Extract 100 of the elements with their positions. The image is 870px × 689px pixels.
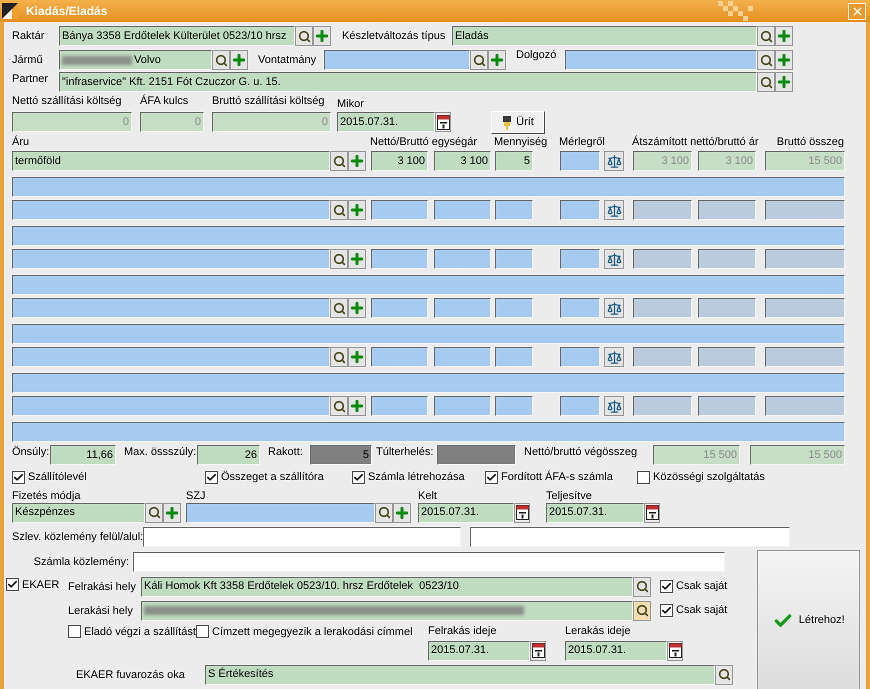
text-field[interactable]: termőföld — [12, 151, 330, 171]
text-field[interactable] — [560, 249, 600, 269]
text-field[interactable]: 3 100 — [434, 151, 491, 171]
scale-button[interactable] — [604, 347, 624, 367]
text-field[interactable] — [698, 396, 756, 416]
search-button[interactable] — [145, 502, 163, 522]
text-field[interactable]: 2015.07.31. — [337, 112, 435, 132]
text-field[interactable] — [324, 50, 470, 70]
text-field[interactable]: 2015.07.31. — [418, 502, 514, 522]
text-field[interactable]: S Értékesítés — [205, 664, 715, 684]
scale-button[interactable] — [604, 396, 624, 416]
add-button[interactable] — [348, 396, 366, 416]
add-button[interactable] — [348, 347, 366, 367]
text-field[interactable] — [565, 50, 757, 70]
text-field[interactable] — [495, 396, 533, 416]
add-button[interactable] — [488, 50, 506, 70]
text-field[interactable] — [495, 298, 533, 318]
text-field[interactable]: Készpénzes — [12, 502, 145, 522]
text-field[interactable] — [765, 249, 845, 269]
text-field[interactable] — [765, 298, 845, 318]
search-button[interactable] — [757, 72, 775, 92]
text-field[interactable]: 2015.07.31. — [565, 640, 667, 660]
calendar-button[interactable] — [530, 640, 546, 660]
text-field[interactable] — [434, 249, 491, 269]
add-button[interactable] — [775, 50, 793, 70]
checkbox[interactable]: Fordított ÁFA-s számla — [485, 469, 613, 486]
search-button[interactable] — [633, 576, 651, 596]
text-field[interactable] — [12, 226, 845, 246]
text-field[interactable] — [633, 396, 692, 416]
checkbox[interactable]: Csak saját — [660, 578, 728, 595]
search-button[interactable] — [633, 600, 651, 620]
search-button[interactable] — [330, 347, 348, 367]
text-field[interactable] — [434, 200, 491, 220]
text-field[interactable] — [434, 396, 491, 416]
clear-button[interactable]: Ürít — [491, 111, 545, 134]
text-field[interactable] — [633, 249, 692, 269]
checkbox[interactable]: Számla létrehozása — [352, 469, 465, 486]
text-field[interactable] — [12, 200, 330, 220]
search-button[interactable] — [330, 396, 348, 416]
calendar-button[interactable] — [514, 502, 530, 522]
text-field[interactable]: Eladás — [452, 26, 757, 46]
text-field[interactable] — [495, 347, 533, 367]
text-field[interactable] — [12, 324, 845, 344]
text-field[interactable] — [434, 347, 491, 367]
text-field[interactable]: 5 — [495, 151, 533, 171]
checkbox[interactable]: Címzett megegyezik a lerakodási címmel — [196, 624, 428, 640]
text-field[interactable] — [560, 200, 600, 220]
text-field[interactable] — [186, 502, 375, 522]
search-button[interactable] — [715, 664, 733, 684]
text-field[interactable]: Káli Homok Kft 3358 Erdőtelek 0523/10. hrsz Erdőtelek 0523/10 — [141, 576, 633, 596]
text-field[interactable] — [12, 422, 845, 442]
add-button[interactable] — [230, 50, 248, 70]
add-button[interactable] — [393, 502, 411, 522]
close-button[interactable] — [848, 2, 866, 20]
text-field[interactable]: Bánya 3358 Erdőtelek Külterület 0523/10 hrsz — [59, 26, 295, 46]
add-button[interactable] — [348, 249, 366, 269]
text-field[interactable] — [495, 249, 533, 269]
search-button[interactable] — [757, 26, 775, 46]
text-field[interactable]: Volvo — [59, 50, 212, 70]
scale-button[interactable] — [604, 249, 624, 269]
create-button[interactable]: Létrehoz! — [757, 550, 860, 689]
text-field[interactable] — [698, 200, 756, 220]
text-field[interactable] — [633, 200, 692, 220]
add-button[interactable] — [775, 72, 793, 92]
text-field[interactable] — [12, 373, 845, 393]
checkbox[interactable]: Eladó végzi a szállítást — [68, 624, 196, 640]
text-field[interactable] — [12, 347, 330, 367]
search-button[interactable] — [212, 50, 230, 70]
scale-button[interactable] — [604, 298, 624, 318]
text-field[interactable] — [143, 526, 462, 546]
text-field[interactable] — [371, 298, 428, 318]
add-button[interactable] — [313, 26, 331, 46]
text-field[interactable] — [698, 347, 756, 367]
text-field[interactable] — [633, 298, 692, 318]
add-button[interactable] — [775, 26, 793, 46]
calendar-button[interactable] — [667, 640, 683, 660]
text-field[interactable] — [698, 249, 756, 269]
text-field[interactable] — [560, 347, 600, 367]
text-field[interactable] — [12, 275, 845, 295]
text-field[interactable] — [560, 298, 600, 318]
text-field[interactable] — [633, 347, 692, 367]
text-field[interactable]: 2015.07.31. — [546, 502, 644, 522]
text-field[interactable] — [495, 200, 533, 220]
text-field[interactable] — [371, 396, 428, 416]
text-field[interactable] — [12, 177, 845, 197]
search-button[interactable] — [330, 298, 348, 318]
text-field[interactable] — [133, 552, 725, 572]
add-button[interactable] — [348, 200, 366, 220]
checkbox[interactable]: EKAER — [6, 576, 68, 593]
calendar-button[interactable] — [435, 112, 451, 132]
text-field[interactable]: 5 — [310, 445, 372, 465]
text-field[interactable] — [371, 347, 428, 367]
add-button[interactable] — [163, 502, 181, 522]
scale-button[interactable] — [604, 200, 624, 220]
checkbox[interactable]: Összeget a szállítóra — [205, 469, 324, 486]
checkbox[interactable]: Csak saját — [660, 602, 728, 619]
search-button[interactable] — [330, 151, 348, 171]
add-button[interactable] — [348, 298, 366, 318]
text-field[interactable] — [560, 151, 600, 171]
text-field[interactable] — [470, 526, 790, 546]
